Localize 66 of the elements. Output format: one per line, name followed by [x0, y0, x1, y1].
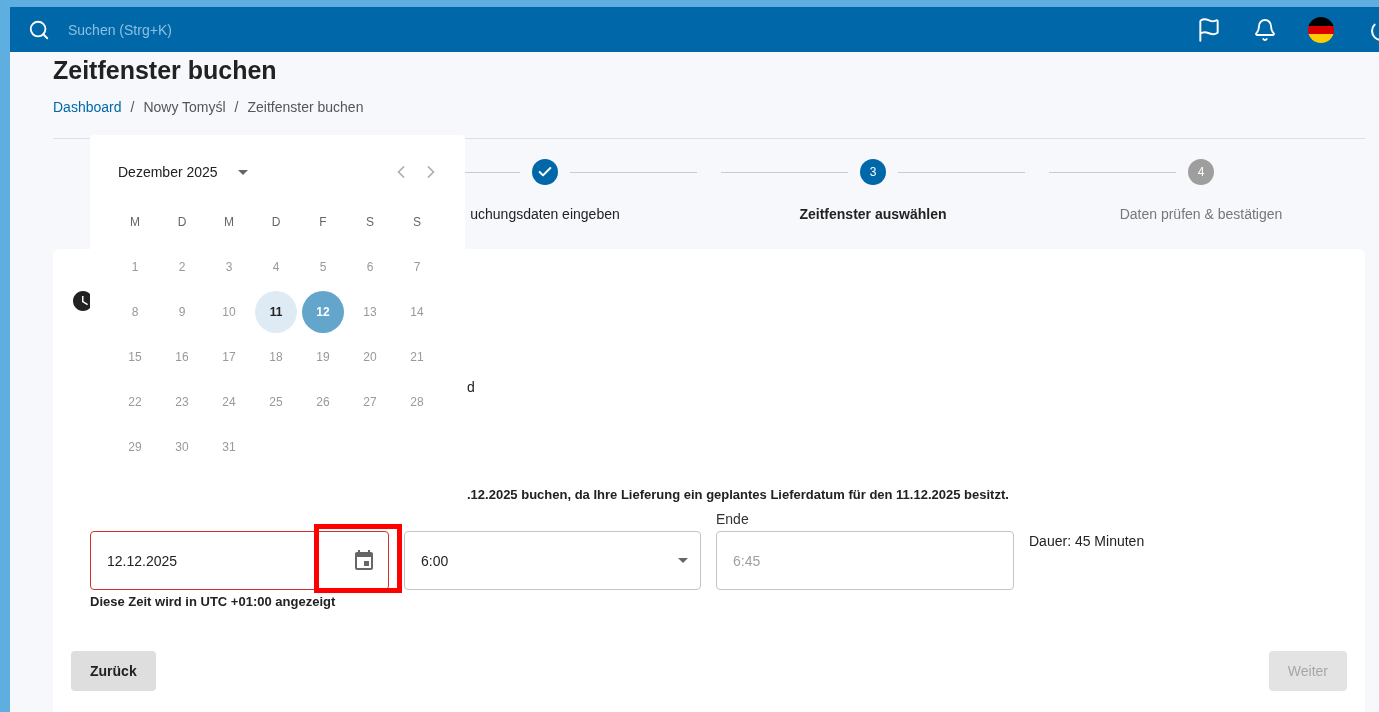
duration-text: Dauer: 45 Minuten [1029, 532, 1146, 551]
calendar-day[interactable]: 26 [302, 381, 344, 423]
calendar-day[interactable]: 10 [208, 291, 250, 333]
calendar-day[interactable]: 21 [396, 336, 438, 378]
caret-icon[interactable] [237, 169, 248, 175]
calendar-day[interactable]: 25 [255, 381, 297, 423]
calendar-day[interactable]: 19 [302, 336, 344, 378]
breadcrumb-item: Nowy Tomyśl [143, 98, 226, 117]
calendar-day[interactable]: 30 [161, 426, 203, 468]
calendar-day[interactable]: 12 [302, 291, 344, 333]
page-title: Zeitfenster buchen [53, 55, 278, 86]
date-field[interactable]: 12.12.2025 [90, 531, 389, 590]
calendar-day[interactable]: 5 [302, 246, 344, 288]
calendar-icon[interactable] [352, 548, 376, 573]
search-field[interactable]: Suchen (Strg+K) [66, 20, 366, 39]
calendar-day[interactable]: 28 [396, 381, 438, 423]
calendar-day[interactable]: 14 [396, 291, 438, 333]
calendar-day[interactable]: 8 [114, 291, 156, 333]
calendar-day[interactable]: 15 [114, 336, 156, 378]
month-label: Dezember 2025 [118, 164, 218, 180]
bell-icon[interactable] [1253, 17, 1277, 42]
calendar-day[interactable]: 4 [255, 246, 297, 288]
calendar-day[interactable]: 11 [255, 291, 297, 333]
calendar-day[interactable]: 23 [161, 381, 203, 423]
calendar-day[interactable]: 7 [396, 246, 438, 288]
step-indicator: 4 [1188, 159, 1214, 185]
flag-icon[interactable] [1196, 16, 1222, 43]
calendar-day[interactable]: 31 [208, 426, 250, 468]
breadcrumb-item: Zeitfenster buchen [247, 98, 364, 117]
step-label: Daten prüfen & bestätigen [1119, 205, 1283, 224]
weekday-label: M [223, 214, 235, 231]
calendar-day[interactable]: 24 [208, 381, 250, 423]
start-time-select[interactable]: 6:00 [404, 531, 701, 590]
breadcrumb-separator: / [234, 98, 239, 117]
calendar-day[interactable]: 17 [208, 336, 250, 378]
calendar-day[interactable]: 29 [114, 426, 156, 468]
delivery-notice: .12.2025 buchen, da Ihre Lieferung ein geplantes Lieferdatum für den 11.12.2025 besitzt. [467, 486, 1010, 504]
weekday-label: D [270, 214, 282, 231]
calendar-day[interactable]: 9 [161, 291, 203, 333]
calendar-day[interactable]: 6 [349, 246, 391, 288]
breadcrumb-separator: / [130, 98, 135, 117]
calendar-day[interactable]: 27 [349, 381, 391, 423]
calendar-day[interactable]: 16 [161, 336, 203, 378]
breadcrumb-link[interactable]: Dashboard [53, 97, 122, 117]
calendar-day[interactable]: 3 [208, 246, 250, 288]
search-icon [28, 18, 50, 41]
timezone-note: Diese Zeit wird in UTC +01:00 angezeigt [90, 593, 337, 611]
step-indicator: 3 [860, 159, 886, 185]
calendar-day[interactable]: 22 [114, 381, 156, 423]
calendar-day[interactable]: 1 [114, 246, 156, 288]
step-label: Zeitfenster auswählen [799, 205, 947, 224]
weekday-label: D [176, 214, 188, 231]
calendar-day[interactable]: 18 [255, 336, 297, 378]
field-label: Ende [716, 510, 750, 528]
calendar-day[interactable]: 2 [161, 246, 203, 288]
language-flag-icon[interactable] [1308, 16, 1334, 43]
calendar-day[interactable]: 20 [349, 336, 391, 378]
text-fragment: d [467, 378, 476, 396]
weekday-label: S [412, 214, 422, 231]
weekday-label: S [365, 214, 375, 231]
weekday-label: F [318, 214, 328, 231]
calendar-day[interactable]: 13 [349, 291, 391, 333]
weekday-label: M [129, 214, 141, 231]
back-button[interactable]: Zurück [71, 651, 156, 691]
caret-icon [678, 558, 688, 563]
step-label: uchungsdaten eingeben [470, 205, 620, 224]
